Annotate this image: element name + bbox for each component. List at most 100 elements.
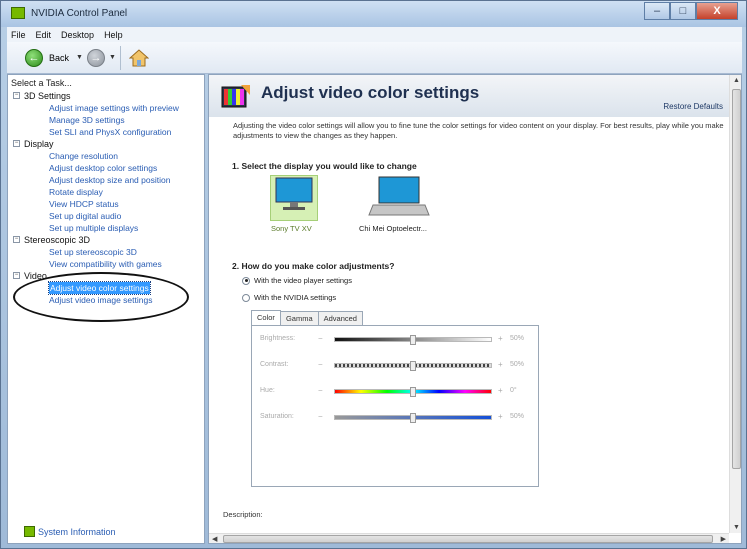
forward-arrow-icon[interactable]: → — [87, 49, 105, 67]
tree-category-3d-settings[interactable]: 3D Settings — [24, 90, 71, 102]
task-link[interactable]: Adjust desktop color settings — [49, 162, 157, 174]
vertical-scrollbar[interactable]: ▲ ▼ — [729, 75, 741, 533]
task-link[interactable]: Adjust image settings with preview — [49, 102, 179, 114]
tab-advanced[interactable]: Advanced — [317, 311, 363, 325]
increase-icon: + — [498, 412, 503, 421]
laptop-icon — [368, 176, 430, 216]
hue-slider-row: Hue: − + 0° — [260, 386, 530, 398]
intro-text: Adjusting the video color settings will … — [233, 121, 724, 140]
task-link[interactable]: Change resolution — [49, 150, 118, 162]
task-link[interactable]: Set SLI and PhysX configuration — [49, 126, 171, 138]
slider-thumb — [410, 413, 416, 423]
menu-desktop[interactable]: Desktop — [61, 30, 94, 40]
section-color-adjustments: 2. How do you make color adjustments? — [232, 261, 395, 271]
task-link[interactable]: Set up digital audio — [49, 210, 121, 222]
task-link[interactable]: Adjust desktop size and position — [49, 174, 170, 186]
menu-bar: File Edit Desktop Help — [7, 27, 742, 42]
collapse-icon[interactable]: − — [13, 236, 20, 243]
settings-tabs: Color Gamma Advanced — [251, 310, 363, 326]
annotation-ellipse — [13, 272, 189, 322]
increase-icon: + — [498, 360, 503, 369]
page-title: Adjust video color settings — [261, 83, 480, 102]
scroll-right-icon[interactable]: ▶ — [721, 535, 726, 543]
home-icon[interactable] — [129, 49, 149, 67]
contrast-slider — [334, 361, 492, 371]
collapse-icon[interactable]: − — [13, 92, 20, 99]
saturation-slider — [334, 413, 492, 423]
description-label: Description: — [223, 510, 263, 519]
restore-defaults-link[interactable]: Restore Defaults — [663, 102, 723, 111]
system-information-link[interactable]: System Information — [24, 526, 116, 537]
scroll-thumb[interactable] — [223, 535, 713, 543]
task-link[interactable]: Manage 3D settings — [49, 114, 125, 126]
app-window: NVIDIA Control Panel – □ X File Edit Des… — [0, 0, 747, 549]
slider-value: 50% — [510, 413, 525, 420]
color-tab-panel: Brightness: − + 50% Contrast: − + 50% Hu… — [251, 325, 539, 487]
decrease-icon: − — [318, 334, 323, 343]
decrease-icon: − — [318, 386, 323, 395]
monitor-icon — [275, 177, 313, 210]
brightness-slider-row: Brightness: − + 50% — [260, 334, 530, 346]
scroll-up-icon[interactable]: ▲ — [733, 77, 740, 84]
menu-help[interactable]: Help — [104, 30, 123, 40]
task-header: Select a Task... — [11, 78, 72, 88]
radio-checked-icon — [242, 276, 250, 285]
increase-icon: + — [498, 334, 503, 343]
task-link[interactable]: View compatibility with games — [49, 258, 162, 270]
tab-gamma[interactable]: Gamma — [279, 311, 319, 325]
display-name-sony[interactable]: Sony TV XV — [271, 224, 312, 233]
window-title: NVIDIA Control Panel — [31, 8, 128, 19]
slider-label: Saturation: — [260, 413, 294, 420]
increase-icon: + — [498, 386, 503, 395]
slider-value: 50% — [510, 361, 525, 368]
maximize-button[interactable]: □ — [670, 2, 696, 20]
back-dropdown-icon[interactable]: ▼ — [76, 54, 83, 61]
radio-video-player-settings[interactable]: With the video player settings — [242, 276, 352, 285]
title-bar[interactable]: NVIDIA Control Panel – □ X — [1, 1, 746, 27]
slider-thumb — [410, 361, 416, 371]
display-sony-tv[interactable] — [270, 175, 318, 221]
toolbar-separator — [120, 46, 121, 70]
radio-nvidia-settings[interactable]: With the NVIDIA settings — [242, 293, 336, 302]
task-link[interactable]: Rotate display — [49, 186, 103, 198]
hue-slider — [334, 387, 492, 397]
radio-label: With the NVIDIA settings — [254, 293, 337, 302]
tree-category-display[interactable]: Display — [24, 138, 54, 150]
contrast-slider-row: Contrast: − + 50% — [260, 360, 530, 372]
forward-dropdown-icon[interactable]: ▼ — [109, 54, 116, 61]
display-chi-mei[interactable] — [361, 175, 441, 221]
slider-value: 50% — [510, 335, 525, 342]
collapse-icon[interactable]: − — [13, 272, 20, 279]
page-header: Adjust video color settings Restore Defa… — [209, 75, 729, 117]
back-button-label[interactable]: Back — [49, 53, 69, 63]
nvidia-icon — [11, 7, 25, 19]
menu-edit[interactable]: Edit — [36, 30, 52, 40]
slider-label: Brightness: — [260, 335, 296, 342]
task-link[interactable]: Set up multiple displays — [49, 222, 138, 234]
task-link[interactable]: View HDCP status — [49, 198, 119, 210]
scroll-thumb[interactable] — [732, 89, 741, 469]
menu-file[interactable]: File — [11, 30, 26, 40]
content-pane: Adjust video color settings Restore Defa… — [208, 74, 742, 544]
tree-category-stereoscopic[interactable]: Stereoscopic 3D — [24, 234, 90, 246]
tab-color[interactable]: Color — [251, 310, 281, 325]
slider-thumb — [410, 335, 416, 345]
slider-thumb — [410, 387, 416, 397]
horizontal-scrollbar[interactable]: ◀ ▶ — [209, 533, 729, 543]
display-name-chi-mei[interactable]: Chi Mei Optoelectr... — [359, 224, 427, 233]
decrease-icon: − — [318, 360, 323, 369]
collapse-icon[interactable]: − — [13, 140, 20, 147]
scroll-left-icon[interactable]: ◀ — [212, 535, 217, 543]
minimize-button[interactable]: – — [644, 2, 670, 20]
slider-label: Hue: — [260, 387, 275, 394]
section-select-display: 1. Select the display you would like to … — [232, 161, 417, 171]
close-button[interactable]: X — [696, 2, 738, 20]
slider-value: 0° — [510, 387, 517, 394]
system-information-label: System Information — [38, 526, 116, 537]
saturation-slider-row: Saturation: − + 50% — [260, 412, 530, 424]
scroll-down-icon[interactable]: ▼ — [733, 524, 740, 531]
task-link[interactable]: Set up stereoscopic 3D — [49, 246, 137, 258]
slider-label: Contrast: — [260, 361, 289, 368]
back-arrow-icon[interactable]: ← — [25, 49, 43, 67]
brightness-slider — [334, 335, 492, 345]
